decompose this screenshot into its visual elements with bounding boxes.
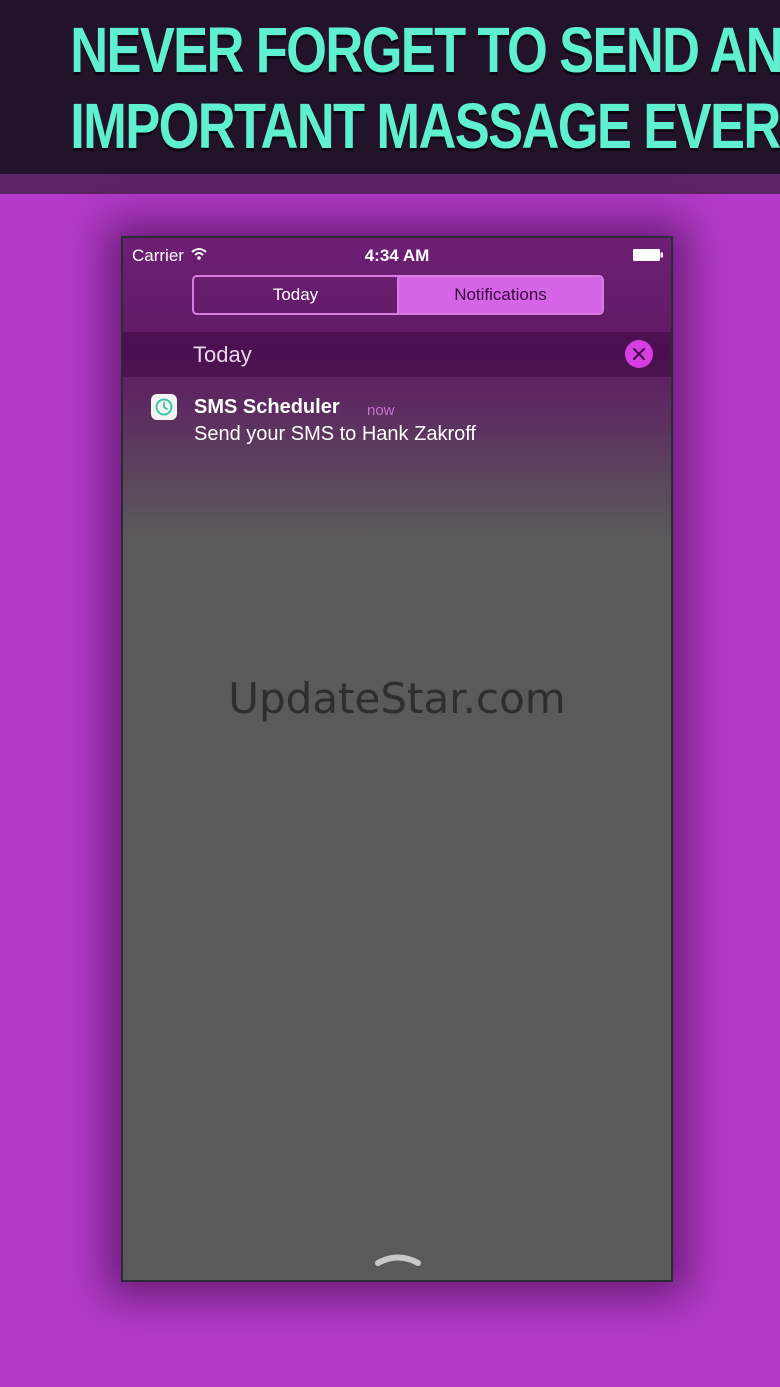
status-time: 4:34 AM: [364, 246, 430, 265]
notification-body: Send your SMS to Hank Zakroff: [194, 423, 476, 445]
section-header: Today: [123, 332, 671, 377]
headline-line-1: NEVER FORGET TO SEND AN: [70, 14, 780, 86]
promo-banner: NEVER FORGET TO SEND AN IMPORTANT MASSAG…: [0, 0, 780, 174]
app-icon: [151, 394, 177, 420]
clock-icon: [155, 398, 173, 416]
tab-today[interactable]: Today: [194, 277, 397, 313]
close-icon: [633, 348, 645, 360]
tab-notifications[interactable]: Notifications: [397, 277, 602, 313]
promo-headline: NEVER FORGET TO SEND AN IMPORTANT MASSAG…: [70, 12, 780, 164]
battery-icon: [633, 249, 663, 261]
section-title: Today: [193, 342, 252, 367]
grabber-handle-icon[interactable]: [374, 1252, 422, 1266]
phone-screen: Carrier 4:34 AM Today Notifications Toda…: [121, 236, 673, 1282]
notification-time: now: [367, 402, 395, 419]
status-bar: Carrier 4:34 AM: [123, 244, 671, 268]
notification-app-name: SMS Scheduler: [194, 396, 340, 418]
notification-item[interactable]: SMS Scheduler now Send your SMS to Hank …: [123, 388, 671, 458]
clear-section-button[interactable]: [625, 340, 653, 368]
banner-divider: [0, 174, 780, 194]
headline-line-2: IMPORTANT MASSAGE EVER: [70, 90, 780, 162]
view-switcher: Today Notifications: [192, 275, 604, 315]
watermark: UpdateStar.com: [228, 674, 566, 723]
